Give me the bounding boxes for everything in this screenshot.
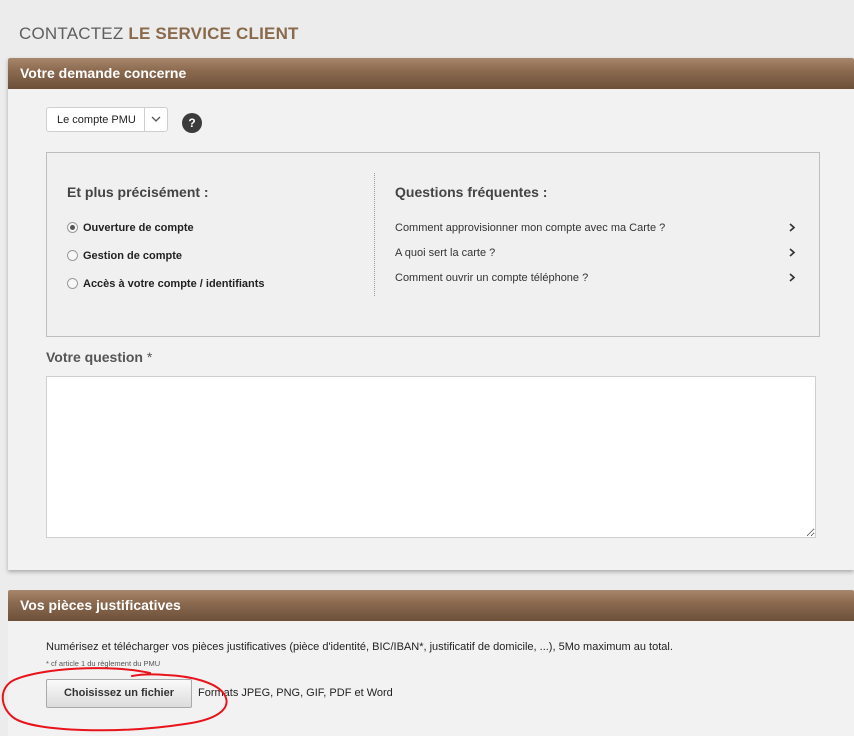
radio-button-checked[interactable] xyxy=(67,222,78,233)
radio-button[interactable] xyxy=(67,278,78,289)
question-textarea[interactable] xyxy=(46,376,816,538)
subcategory-panel: Et plus précisément : Ouverture de compt… xyxy=(46,152,820,337)
page-title: CONTACTEZ LE SERVICE CLIENT xyxy=(19,24,299,44)
radio-button[interactable] xyxy=(67,250,78,261)
question-circle-icon[interactable]: ? xyxy=(182,113,202,133)
radio-label: Ouverture de compte xyxy=(83,222,194,234)
radio-label: Gestion de compte xyxy=(83,250,183,262)
faq-link[interactable]: Comment ouvrir un compte téléphone ? xyxy=(395,272,796,286)
faq-question[interactable]: Comment ouvrir un compte téléphone ? xyxy=(395,272,588,284)
chevron-right-icon[interactable] xyxy=(789,223,796,235)
faq-link[interactable]: Comment approvisionner mon compte avec m… xyxy=(395,222,796,236)
chevron-right-icon[interactable] xyxy=(789,273,796,285)
precisely-title: Et plus précisément : xyxy=(67,184,209,200)
column-divider xyxy=(374,173,375,296)
faq-question[interactable]: A quoi sert la carte ? xyxy=(395,247,495,259)
page-title-bold: LE SERVICE CLIENT xyxy=(128,24,299,43)
subject-select-value: Le compte PMU xyxy=(57,114,136,126)
faq-title: Questions fréquentes : xyxy=(395,184,548,200)
faq-link[interactable]: A quoi sert la carte ? xyxy=(395,247,796,261)
subject-select[interactable]: Le compte PMU xyxy=(46,107,168,132)
red-annotation-circle xyxy=(1,667,228,732)
request-panel-header: Votre demande concerne xyxy=(8,58,854,89)
radio-label: Accès à votre compte / identifiants xyxy=(83,278,265,290)
required-marker: * xyxy=(142,349,153,365)
page-title-normal: CONTACTEZ xyxy=(19,24,129,43)
chevron-right-icon[interactable] xyxy=(789,248,796,260)
chevron-down-icon[interactable] xyxy=(144,108,167,131)
request-panel: Votre demande concerne Le compte PMU ? E… xyxy=(8,58,854,570)
documents-description: Numérisez et télécharger vos pièces just… xyxy=(46,641,673,653)
question-label: Votre question * xyxy=(46,349,152,365)
documents-panel-header: Vos pièces justificatives xyxy=(8,590,854,621)
question-label-text: Votre question xyxy=(46,349,143,365)
faq-question[interactable]: Comment approvisionner mon compte avec m… xyxy=(395,222,665,234)
